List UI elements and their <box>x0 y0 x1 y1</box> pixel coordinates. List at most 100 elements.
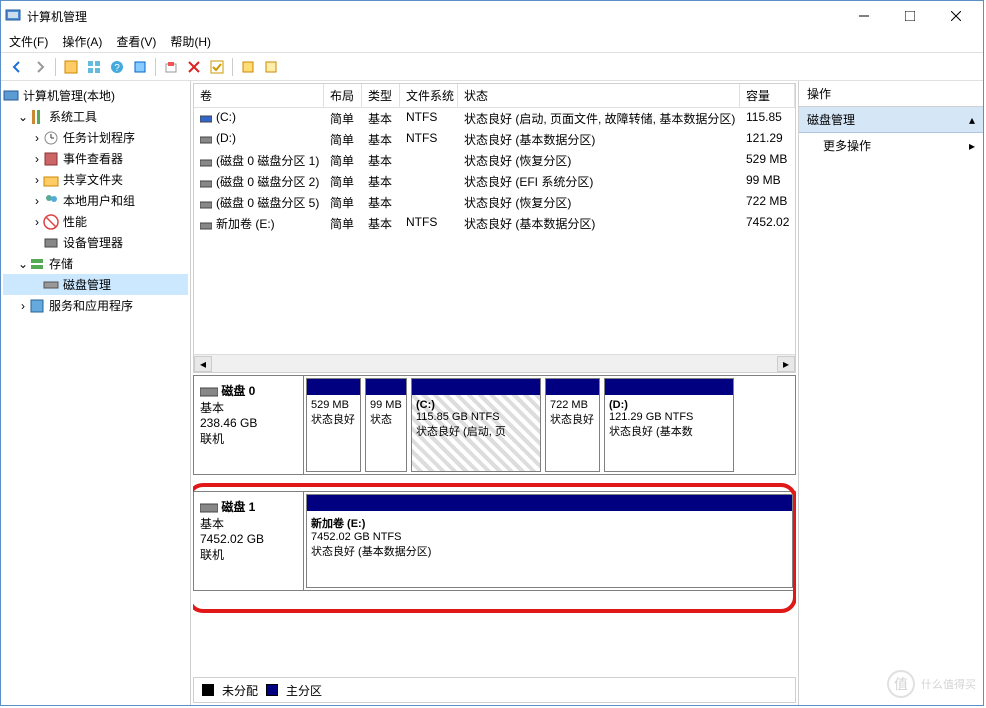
tree-task-scheduler[interactable]: › 任务计划程序 <box>3 127 188 148</box>
check-button[interactable] <box>207 57 227 77</box>
col-fs[interactable]: 文件系统 <box>400 84 458 107</box>
tree-local-users[interactable]: ›本地用户和组 <box>3 190 188 211</box>
volume-row[interactable]: (磁盘 0 磁盘分区 1)简单基本状态良好 (恢复分区)529 MB <box>194 150 795 171</box>
h-scrollbar[interactable]: ◂ ▸ <box>194 354 795 372</box>
legend: 未分配 主分区 <box>193 677 796 703</box>
tree-label: 存储 <box>49 255 73 272</box>
chevron-right-icon: ▸ <box>969 139 975 153</box>
delete-button[interactable] <box>184 57 204 77</box>
minimize-button[interactable] <box>841 1 887 31</box>
part-size: 7452.02 GB NTFS <box>311 531 402 543</box>
disk-0-size: 238.46 GB <box>200 416 257 430</box>
part-status: 状态良好 (基本数据分区) <box>311 546 431 558</box>
action-button[interactable] <box>130 57 150 77</box>
expand-icon[interactable]: › <box>31 131 43 145</box>
expand-icon[interactable]: › <box>31 173 43 187</box>
scroll-right-icon[interactable]: ▸ <box>777 356 795 372</box>
refresh-button[interactable] <box>161 57 181 77</box>
volume-row[interactable]: (磁盘 0 磁盘分区 5)简单基本状态良好 (恢复分区)722 MB <box>194 192 795 213</box>
partition-e[interactable]: 新加卷 (E:) 7452.02 GB NTFS 状态良好 (基本数据分区) <box>306 494 793 588</box>
actions-pane: 操作 磁盘管理 ▴ 更多操作 ▸ <box>799 81 983 705</box>
main-area: 计算机管理(本地) ⌄ 系统工具 › 任务计划程序 ›事件查看器 ›共享文件夹 ›本… <box>1 81 983 705</box>
volume-row[interactable]: (C:)简单基本NTFS状态良好 (启动, 页面文件, 故障转储, 基本数据分区… <box>194 108 795 129</box>
actions-header: 操作 <box>799 81 983 107</box>
partition[interactable]: 722 MB状态良好 <box>545 378 600 472</box>
watermark: 值 什么值得买 <box>887 670 976 698</box>
back-button[interactable] <box>7 57 27 77</box>
legend-unallocated: 未分配 <box>222 682 258 699</box>
view-button[interactable] <box>84 57 104 77</box>
tree-performance[interactable]: › 性能 <box>3 211 188 232</box>
tree-disk-management[interactable]: 磁盘管理 <box>3 274 188 295</box>
tree-storage[interactable]: ⌄ 存储 <box>3 253 188 274</box>
partition[interactable]: 99 MB状态 <box>365 378 407 472</box>
tree-label: 性能 <box>63 213 87 230</box>
tree-shared-folders[interactable]: ›共享文件夹 <box>3 169 188 190</box>
disk-0-row[interactable]: 磁盘 0 基本 238.46 GB 联机 529 MB状态良好99 MB状态(C… <box>193 375 796 475</box>
disk-1-type: 基本 <box>200 517 224 531</box>
disk-1-partitions: 新加卷 (E:) 7452.02 GB NTFS 状态良好 (基本数据分区) <box>304 492 795 590</box>
partition[interactable]: (D:)121.29 GB NTFS状态良好 (基本数 <box>604 378 734 472</box>
partition[interactable]: 529 MB状态良好 <box>306 378 361 472</box>
tree-event-viewer[interactable]: ›事件查看器 <box>3 148 188 169</box>
part-name: 新加卷 (E:) <box>311 518 365 530</box>
disk-1-row[interactable]: 磁盘 1 基本 7452.02 GB 联机 新加卷 (E:) 7452.02 G… <box>193 491 796 591</box>
expand-icon[interactable]: › <box>31 152 43 166</box>
legend-primary: 主分区 <box>286 682 322 699</box>
col-status[interactable]: 状态 <box>458 84 740 107</box>
col-layout[interactable]: 布局 <box>324 84 362 107</box>
tree-root[interactable]: 计算机管理(本地) <box>3 85 188 106</box>
col-capacity[interactable]: 容量 <box>740 84 795 107</box>
window-title: 计算机管理 <box>27 8 841 25</box>
disk-icon <box>200 386 218 398</box>
new-button[interactable] <box>238 57 258 77</box>
col-type[interactable]: 类型 <box>362 84 400 107</box>
legend-unallocated-icon <box>202 684 214 696</box>
actions-section[interactable]: 磁盘管理 ▴ <box>799 107 983 133</box>
nav-tree[interactable]: 计算机管理(本地) ⌄ 系统工具 › 任务计划程序 ›事件查看器 ›共享文件夹 ›本… <box>1 81 191 705</box>
disk-layout-area: 磁盘 0 基本 238.46 GB 联机 529 MB状态良好99 MB状态(C… <box>193 375 796 675</box>
volume-row[interactable]: (磁盘 0 磁盘分区 2)简单基本状态良好 (EFI 系统分区)99 MB <box>194 171 795 192</box>
settings-button[interactable] <box>261 57 281 77</box>
menu-action[interactable]: 操作(A) <box>62 33 102 50</box>
disk-1-title: 磁盘 1 <box>221 500 255 514</box>
center-pane: 卷 布局 类型 文件系统 状态 容量 (C:)简单基本NTFS状态良好 (启动,… <box>191 81 799 705</box>
disk-1-info: 磁盘 1 基本 7452.02 GB 联机 <box>194 492 304 590</box>
scroll-left-icon[interactable]: ◂ <box>194 356 212 372</box>
disk-0-partitions: 529 MB状态良好99 MB状态(C:)115.85 GB NTFS状态良好 … <box>304 376 795 474</box>
legend-primary-icon <box>266 684 278 696</box>
menu-file[interactable]: 文件(F) <box>9 33 48 50</box>
partition[interactable]: (C:)115.85 GB NTFS状态良好 (启动, 页 <box>411 378 541 472</box>
tree-label: 系统工具 <box>49 108 97 125</box>
show-hide-tree-button[interactable] <box>61 57 81 77</box>
menu-help[interactable]: 帮助(H) <box>170 33 211 50</box>
volume-body[interactable]: (C:)简单基本NTFS状态良好 (启动, 页面文件, 故障转储, 基本数据分区… <box>194 108 795 354</box>
collapse-icon[interactable]: ⌄ <box>17 110 29 124</box>
menubar: 文件(F) 操作(A) 查看(V) 帮助(H) <box>1 31 983 53</box>
collapse-icon[interactable]: ⌄ <box>17 257 29 271</box>
volume-row[interactable]: 新加卷 (E:)简单基本NTFS状态良好 (基本数据分区)7452.02 <box>194 213 795 234</box>
tree-label: 服务和应用程序 <box>49 297 133 314</box>
expand-icon[interactable]: › <box>31 215 43 229</box>
svg-text:?: ? <box>114 63 120 74</box>
volume-row[interactable]: (D:)简单基本NTFS状态良好 (基本数据分区)121.29 <box>194 129 795 150</box>
actions-more-label: 更多操作 <box>823 137 871 154</box>
expand-icon[interactable]: › <box>17 299 29 313</box>
app-window: 计算机管理 文件(F) 操作(A) 查看(V) 帮助(H) ? 计算机管理(本地… <box>0 0 984 706</box>
actions-more[interactable]: 更多操作 ▸ <box>799 133 983 158</box>
tree-label: 任务计划程序 <box>63 129 135 146</box>
maximize-button[interactable] <box>887 1 933 31</box>
toolbar: ? <box>1 53 983 81</box>
forward-button[interactable] <box>30 57 50 77</box>
close-button[interactable] <box>933 1 979 31</box>
tree-device-manager[interactable]: 设备管理器 <box>3 232 188 253</box>
disk-1-status: 联机 <box>200 548 224 562</box>
disk-0-info: 磁盘 0 基本 238.46 GB 联机 <box>194 376 304 474</box>
volume-header: 卷 布局 类型 文件系统 状态 容量 <box>194 84 795 108</box>
tree-services[interactable]: › 服务和应用程序 <box>3 295 188 316</box>
expand-icon[interactable]: › <box>31 194 43 208</box>
help-button[interactable]: ? <box>107 57 127 77</box>
col-volume[interactable]: 卷 <box>194 84 324 107</box>
tree-system-tools[interactable]: ⌄ 系统工具 <box>3 106 188 127</box>
menu-view[interactable]: 查看(V) <box>116 33 156 50</box>
